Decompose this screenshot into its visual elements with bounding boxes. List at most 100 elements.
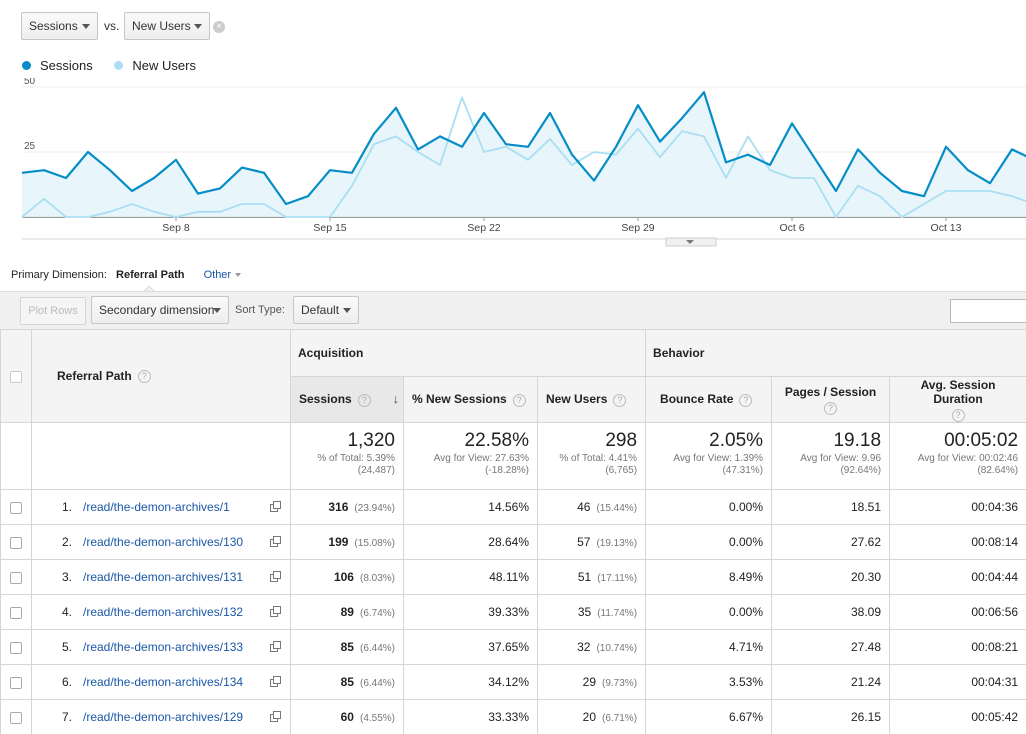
sessions-cell: 85 (6.44%) <box>290 629 404 665</box>
new-users-cell: 51 (17.11%) <box>536 559 647 595</box>
new-users-value: 35 <box>577 605 592 619</box>
new-sessions-cell: 14.56% <box>403 489 538 525</box>
col-sessions-header[interactable]: Sessions? ↓ <box>290 376 404 423</box>
open-external-icon[interactable] <box>270 571 281 582</box>
referral-path-link[interactable]: /read/the-demon-archives/134 <box>83 675 243 689</box>
table-row: 6. /read/the-demon-archives/134 85 (6.44%)… <box>0 664 1026 700</box>
col-new-sessions-label: % New Sessions <box>412 392 507 407</box>
avg-duration-cell: 00:08:21 <box>889 629 1026 665</box>
legend-item-new-users[interactable]: New Users <box>114 58 196 73</box>
total-value: 00:05:02 <box>944 430 1019 451</box>
new-users-percent: (6.71%) <box>602 713 638 724</box>
secondary-dimension-label: Secondary dimension <box>99 303 215 317</box>
total-value: 19.18 <box>833 430 882 451</box>
metric2-select[interactable]: New Users <box>124 12 210 40</box>
help-icon[interactable]: ? <box>739 393 753 407</box>
new-users-cell: 20 (6.71%) <box>536 699 647 734</box>
open-external-icon[interactable] <box>270 501 281 512</box>
referral-path-link[interactable]: /read/the-demon-archives/1 <box>83 500 230 514</box>
open-external-icon[interactable] <box>270 711 281 722</box>
total-note: Avg for View: 00:02:46 <box>917 453 1019 464</box>
group-acquisition: Acquisition <box>289 329 647 377</box>
open-external-icon[interactable] <box>270 641 281 652</box>
open-external-icon[interactable] <box>270 676 281 687</box>
totals-blank-cell <box>0 422 32 490</box>
sort-type-select[interactable]: Default <box>293 296 359 324</box>
col-sessions-label: Sessions <box>299 392 352 407</box>
help-icon[interactable]: ? <box>951 408 965 422</box>
avg-duration-cell: 00:08:14 <box>889 524 1026 560</box>
plot-rows-button[interactable]: Plot Rows <box>20 297 86 325</box>
sessions-value: 106 <box>333 570 354 584</box>
sessions-cell: 106 (8.03%) <box>290 559 404 595</box>
sessions-value: 199 <box>328 535 349 549</box>
row-checkbox[interactable] <box>10 676 22 689</box>
legend-dot-icon <box>114 61 124 70</box>
col-bounce-header[interactable]: Bounce Rate? <box>645 376 773 423</box>
bounce-rate-cell: 6.67% <box>645 699 773 734</box>
table-search-input[interactable] <box>950 299 1026 323</box>
row-checkbox-cell <box>0 699 32 734</box>
col-new-sessions-header[interactable]: % New Sessions? <box>403 376 538 423</box>
sessions-percent: (6.74%) <box>359 608 395 619</box>
row-checkbox[interactable] <box>10 606 22 619</box>
referral-path-link[interactable]: /read/the-demon-archives/130 <box>83 535 243 549</box>
col-new-users-header[interactable]: New Users? <box>536 376 647 423</box>
col-new-users-label: New Users <box>546 392 608 407</box>
row-checkbox[interactable] <box>10 711 22 724</box>
sort-type-label: Sort Type: <box>235 304 285 316</box>
referral-path-cell: 6. /read/the-demon-archives/134 <box>31 664 291 700</box>
sessions-percent: (8.03%) <box>359 573 395 584</box>
sessions-percent: (4.55%) <box>359 713 395 724</box>
col-pages-header[interactable]: Pages / Session ? <box>771 376 891 423</box>
new-users-cell: 57 (19.13%) <box>536 524 647 560</box>
chevron-down-icon <box>213 308 221 313</box>
other-dimension-link[interactable]: Other <box>204 269 242 281</box>
x-tick-label: Sep 8 <box>162 222 190 234</box>
secondary-dimension-select[interactable]: Secondary dimension <box>91 296 229 324</box>
col-duration-header[interactable]: Avg. Session Duration ? <box>889 376 1026 423</box>
help-icon[interactable]: ? <box>824 401 838 415</box>
remove-compare-icon[interactable]: × <box>213 21 225 33</box>
row-checkbox-cell <box>0 594 32 630</box>
referral-path-link[interactable]: /read/the-demon-archives/131 <box>83 570 243 584</box>
sessions-value: 60 <box>340 710 354 724</box>
row-checkbox-cell <box>0 629 32 665</box>
sessions-cell: 199 (15.08%) <box>290 524 404 560</box>
help-icon[interactable]: ? <box>613 393 627 407</box>
help-icon[interactable]: ? <box>137 370 151 384</box>
new-users-cell: 32 (10.74%) <box>536 629 647 665</box>
legend-item-sessions[interactable]: Sessions <box>22 58 93 73</box>
sort-desc-icon: ↓ <box>392 391 400 406</box>
referral-path-link[interactable]: /read/the-demon-archives/129 <box>83 710 243 724</box>
row-checkbox[interactable] <box>10 501 22 514</box>
help-icon[interactable]: ? <box>512 393 526 407</box>
new-sessions-cell: 28.64% <box>403 524 538 560</box>
referral-path-link[interactable]: /read/the-demon-archives/132 <box>83 605 243 619</box>
row-index: 4. <box>61 605 72 619</box>
row-checkbox[interactable] <box>10 571 22 584</box>
select-all-checkbox[interactable] <box>10 370 22 383</box>
new-users-cell: 29 (9.73%) <box>536 664 647 700</box>
primary-dimension-value[interactable]: Referral Path <box>116 269 184 281</box>
data-table: Referral Path? Acquisition Behavior Sess… <box>0 329 1026 734</box>
referral-path-cell: 4. /read/the-demon-archives/132 <box>31 594 291 630</box>
legend-label: New Users <box>132 58 196 73</box>
bounce-rate-cell: 8.49% <box>645 559 773 595</box>
avg-duration-cell: 00:06:56 <box>889 594 1026 630</box>
col-duration-label: Avg. Session Duration <box>920 377 996 406</box>
open-external-icon[interactable] <box>270 606 281 617</box>
row-checkbox[interactable] <box>10 641 22 654</box>
bounce-rate-cell: 4.71% <box>645 629 773 665</box>
sessions-percent: (23.94%) <box>354 503 395 514</box>
referral-path-link[interactable]: /read/the-demon-archives/133 <box>83 640 243 654</box>
new-sessions-cell: 33.33% <box>403 699 538 734</box>
help-icon[interactable]: ? <box>357 393 371 407</box>
open-external-icon[interactable] <box>270 536 281 547</box>
table-row: 3. /read/the-demon-archives/131 106 (8.03%… <box>0 559 1026 595</box>
legend-dot-icon <box>22 61 31 70</box>
row-checkbox[interactable] <box>10 536 22 549</box>
x-tick-label: Sep 15 <box>313 222 346 234</box>
metric1-select[interactable]: Sessions <box>21 12 98 40</box>
avg-duration-cell: 00:05:42 <box>889 699 1026 734</box>
